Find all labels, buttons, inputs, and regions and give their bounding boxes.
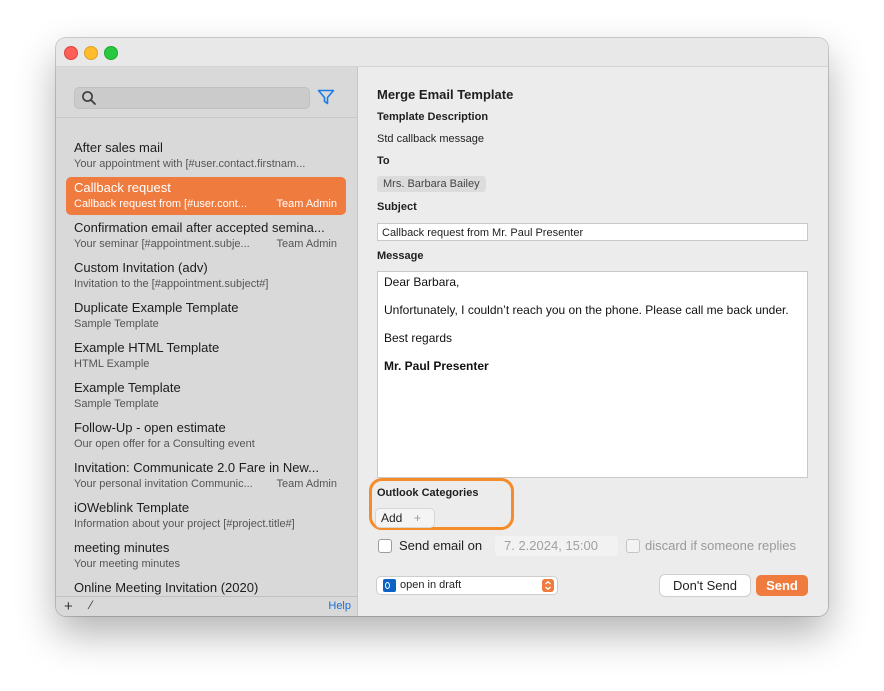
app-window: After sales mail Your appointment with [… [56, 38, 828, 616]
template-title: Follow-Up - open estimate [74, 420, 226, 435]
plus-icon: + [414, 511, 422, 525]
send-email-on-checkbox[interactable] [378, 539, 392, 553]
send-mode-popup[interactable]: open in draft [377, 577, 557, 594]
template-subtitle: Information about your project [#project… [74, 518, 295, 530]
template-subtitle: Sample Template [74, 398, 159, 410]
template-owner: Team Admin [276, 198, 337, 210]
template-list-item[interactable]: Custom Invitation (adv) Invitation to th… [66, 257, 346, 295]
search-field[interactable] [74, 87, 310, 109]
message-body[interactable]: Dear Barbara, Unfortunately, I couldn’t … [377, 271, 808, 478]
template-title: Invitation: Communicate 2.0 Fare in New.… [74, 460, 319, 475]
help-link[interactable]: Help [328, 600, 351, 612]
template-subtitle: HTML Example [74, 358, 150, 370]
template-list-item[interactable]: Example HTML Template HTML Example [66, 337, 346, 375]
template-list-item[interactable]: Follow-Up - open estimate Our open offer… [66, 417, 346, 455]
message-line: Unfortunately, I couldn’t reach you on t… [384, 303, 789, 317]
template-subtitle: Sample Template [74, 318, 159, 330]
template-subtitle: Your seminar [#appointment.subje... [74, 238, 250, 250]
template-title: Confirmation email after accepted semina… [74, 220, 325, 235]
send-email-on-label: Send email on [399, 538, 483, 553]
template-list-item[interactable]: Online Meeting Invitation (2020) [66, 577, 346, 597]
template-subtitle: Your meeting minutes [74, 558, 180, 570]
template-title: iOWeblink Template [74, 500, 190, 515]
template-subtitle: Invitation to the [#appointment.subject#… [74, 278, 269, 290]
template-title: After sales mail [74, 140, 163, 155]
template-title: Custom Invitation (adv) [74, 260, 208, 275]
template-subtitle: Callback request from [#user.cont... [74, 198, 248, 210]
template-list-item-selected[interactable]: Callback request Callback request from [… [66, 177, 346, 215]
template-description-value: Std callback message [377, 133, 484, 145]
add-category-label: Add [381, 511, 403, 525]
template-list-item[interactable]: Duplicate Example Template Sample Templa… [66, 297, 346, 335]
subject-label: Subject [377, 201, 417, 213]
edit-template-button[interactable]: ⁄ [90, 598, 92, 612]
template-list-item[interactable]: iOWeblink Template Information about you… [66, 497, 346, 535]
add-template-button[interactable]: + [64, 598, 73, 615]
template-title: meeting minutes [74, 540, 170, 555]
template-title: Callback request [74, 180, 171, 195]
dont-send-button[interactable]: Don't Send [660, 575, 750, 596]
template-owner: Team Admin [276, 478, 337, 490]
discard-checkbox[interactable] [626, 539, 640, 553]
template-list: After sales mail Your appointment with [… [66, 137, 346, 597]
message-line: Dear Barbara, [384, 275, 460, 289]
message-line: Best regards [384, 331, 453, 345]
sidebar-bottom-bar: + ⁄ Help [56, 596, 357, 616]
template-subtitle: Our open offer for a Consulting event [74, 438, 255, 450]
search-icon [82, 91, 96, 105]
subject-field[interactable]: Callback request from Mr. Paul Presenter [377, 223, 808, 241]
template-title: Online Meeting Invitation (2020) [74, 580, 259, 595]
template-sidebar: After sales mail Your appointment with [… [56, 67, 358, 616]
minimize-window-button[interactable] [84, 46, 98, 60]
template-list-item[interactable]: Example Template Sample Template [66, 377, 346, 415]
to-label: To [377, 155, 390, 167]
template-list-item[interactable]: meeting minutes Your meeting minutes [66, 537, 346, 575]
template-list-item[interactable]: Confirmation email after accepted semina… [66, 217, 346, 255]
divider [56, 117, 357, 118]
template-subtitle: Your personal invitation Communic... [74, 478, 253, 490]
send-date-field[interactable]: 7. 2.2024, 15:00 [495, 536, 618, 556]
message-label: Message [377, 250, 424, 262]
discard-label: discard if someone replies [645, 538, 797, 553]
zoom-window-button[interactable] [104, 46, 118, 60]
title-bar [56, 38, 828, 67]
template-list-item[interactable]: After sales mail Your appointment with [… [66, 137, 346, 175]
template-owner: Team Admin [276, 238, 337, 250]
template-title: Example Template [74, 380, 181, 395]
send-button[interactable]: Send [756, 575, 808, 596]
outlook-categories-label: Outlook Categories [377, 487, 479, 499]
template-subtitle: Your appointment with [#user.contact.fir… [74, 158, 306, 170]
send-mode-value: open in draft [400, 579, 462, 591]
page-title: Merge Email Template [377, 87, 514, 102]
popup-arrows-icon [542, 579, 554, 592]
outlook-icon [383, 579, 396, 592]
template-title: Duplicate Example Template [74, 300, 239, 315]
template-title: Example HTML Template [74, 340, 220, 355]
recipient-token[interactable]: Mrs. Barbara Bailey [377, 176, 486, 192]
message-signature: Mr. Paul Presenter [384, 359, 489, 373]
filter-icon[interactable] [317, 88, 335, 106]
template-list-item[interactable]: Invitation: Communicate 2.0 Fare in New.… [66, 457, 346, 495]
add-category-button[interactable]: Add + [376, 509, 434, 527]
template-detail-pane: Merge Email Template Template Descriptio… [358, 67, 828, 616]
template-description-label: Template Description [377, 111, 489, 123]
close-window-button[interactable] [64, 46, 78, 60]
